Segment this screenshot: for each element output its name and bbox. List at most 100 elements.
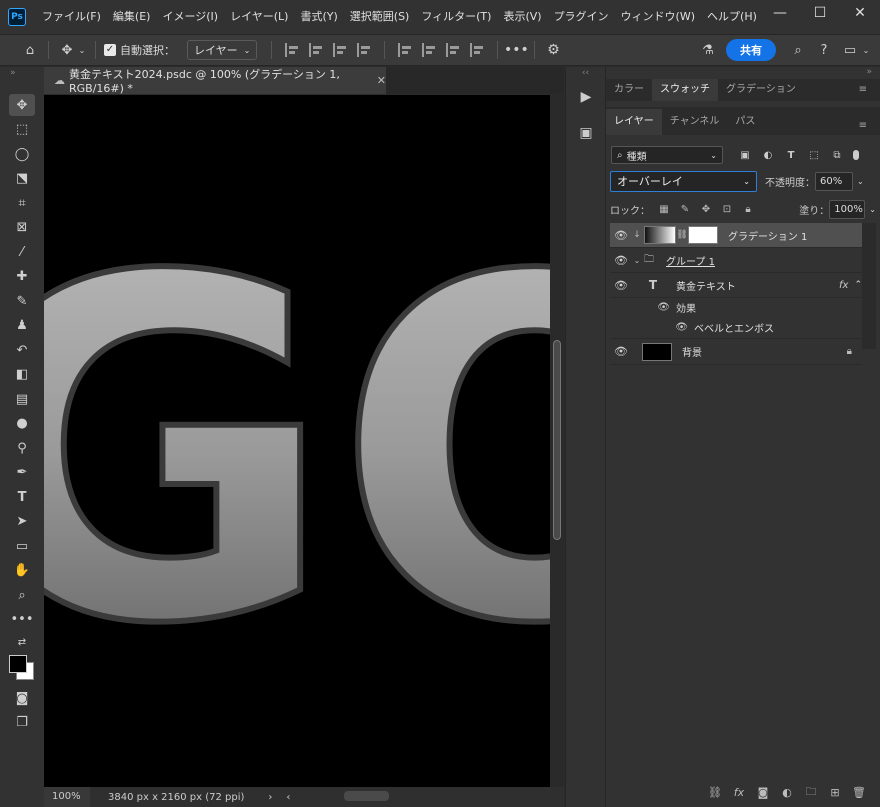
chevron-down-icon[interactable]: ⌄ [630,256,644,265]
panel-menu-icon[interactable]: ≡ [851,79,875,101]
menu-file[interactable]: ファイル(F) [36,0,107,34]
shape-filter-icon[interactable]: ⬚ [808,149,820,161]
add-mask-icon[interactable]: ◙ [751,786,775,799]
eye-icon[interactable]: 👁︎ [612,345,630,358]
horizontal-scrollbar-thumb[interactable] [344,791,389,801]
frame-tool[interactable]: ⊠ [0,216,44,241]
eye-icon[interactable]: 👁︎ [612,279,630,292]
adjustment-layer-icon[interactable]: ◐ [775,786,799,799]
workspace-icon[interactable]: ▭ [840,40,860,60]
zoom-level[interactable]: 100% [44,787,90,807]
stamp-tool[interactable]: ♟ [0,314,44,339]
close-button[interactable]: ✕ [840,0,880,26]
new-group-icon[interactable]: 🗀 [799,783,823,802]
chevron-down-icon[interactable]: ⌄ [869,205,876,214]
dodge-tool[interactable]: ⚲ [0,436,44,461]
effect-row-bevel[interactable]: 👁︎ ベベルとエンボス [610,317,862,339]
chevron-down-icon[interactable]: ⌄ [857,177,864,186]
pen-tool[interactable]: ✒ [0,461,44,486]
minimize-button[interactable]: — [760,0,800,26]
menu-view[interactable]: 表示(V) [497,0,547,34]
eye-icon[interactable]: 👁︎ [610,322,688,333]
collapse-icon[interactable]: ‹‹ [566,67,605,79]
shape-tool[interactable]: ▭ [0,534,44,559]
document-info[interactable]: 3840 px x 2160 px (72 ppi) [108,792,244,803]
menu-filter[interactable]: フィルター(T) [415,0,497,34]
eye-icon[interactable]: 👁︎ [612,254,630,267]
eraser-tool[interactable]: ◧ [0,363,44,388]
distribute-vertical-icon[interactable] [470,43,484,57]
lock-pixels-icon[interactable]: ✎ [678,204,692,215]
collapse-icon[interactable]: » [0,67,44,79]
fill-input[interactable]: 100% [829,199,866,219]
menu-window[interactable]: ウィンドウ(W) [615,0,701,34]
smart-object-filter-icon[interactable]: ⧉ [831,149,843,161]
eye-icon[interactable]: 👁︎ [610,302,670,313]
layers-scrollbar[interactable] [862,223,876,349]
fx-badge[interactable]: fx [839,280,848,291]
crop-tool[interactable]: ⌗ [0,191,44,216]
menu-select[interactable]: 選択範囲(S) [344,0,416,34]
layer-row-text[interactable]: 👁︎ T 黄金テキスト fx ⌃ [610,273,862,298]
swap-colors[interactable]: ⇄ [0,632,44,652]
foreground-color[interactable] [9,655,27,673]
menu-help[interactable]: ヘルプ(H) [701,0,763,34]
tab-color[interactable]: カラー [606,79,652,101]
eye-icon[interactable]: 👁︎ [612,229,630,242]
help-icon[interactable]: ? [814,40,834,60]
panel-menu-icon[interactable]: ≡ [851,113,875,139]
menu-image[interactable]: イメージ(I) [156,0,224,34]
opacity-input[interactable]: 60% [815,171,853,191]
scrollbar-thumb[interactable] [553,340,561,540]
color-swatches[interactable] [0,652,44,686]
path-select-tool[interactable]: ➤ [0,510,44,535]
home-icon[interactable]: ⌂ [20,40,40,60]
move-tool-icon[interactable]: ✥ [57,40,77,60]
tab-channels[interactable]: チャンネル [662,109,728,135]
menu-layer[interactable]: レイヤー(L) [224,0,294,34]
link-icon[interactable]: ⛓ [676,230,688,240]
share-button[interactable]: 共有 [726,39,776,61]
search-icon[interactable]: ⌕ [788,40,808,60]
gradient-tool[interactable]: ▤ [0,387,44,412]
align-center-icon[interactable] [309,43,323,57]
menu-type[interactable]: 書式(Y) [294,0,343,34]
layer-row-group[interactable]: 👁︎ ⌄ 🗀 グループ 1 [610,248,862,273]
align-right-icon[interactable] [333,43,347,57]
more-tools[interactable]: ••• [0,608,44,633]
pixel-filter-icon[interactable]: ▣ [739,149,751,161]
layer-mask-thumbnail[interactable] [688,226,718,244]
adjustment-filter-icon[interactable]: ◐ [762,149,774,161]
lasso-tool[interactable]: ◯ [0,142,44,167]
image-library-icon[interactable]: ▣ [566,115,606,151]
object-select-tool[interactable]: ⬔ [0,167,44,192]
layer-row-background[interactable]: 👁︎ 背景 🔒︎ [610,339,862,365]
tab-gradients[interactable]: グラデーション [718,79,804,101]
type-tool[interactable]: T [0,485,44,510]
lock-transparency-icon[interactable]: ▦ [657,204,671,215]
flask-icon[interactable]: ⚗ [698,40,718,60]
filter-toggle[interactable] [853,150,859,160]
play-icon[interactable]: ▶ [566,79,606,115]
eyedropper-tool[interactable]: ⁄ [0,240,44,265]
document-tab[interactable]: ☁ 黄金テキスト2024.psdc @ 100% (グラデーション 1, RGB… [44,67,386,95]
link-layers-icon[interactable]: ⛓ [703,786,727,799]
brush-tool[interactable]: ✎ [0,289,44,314]
close-tab-icon[interactable]: ✕ [377,74,386,87]
vertical-scrollbar[interactable] [550,95,564,787]
chevron-down-icon[interactable]: ⌄ [77,40,87,60]
chevron-right-icon[interactable]: › [268,792,272,803]
hand-tool[interactable]: ✋ [0,559,44,584]
document-canvas[interactable]: GO [44,95,550,787]
history-brush-tool[interactable]: ↶ [0,338,44,363]
move-tool[interactable]: ✥ [0,93,44,118]
tab-layers[interactable]: レイヤー [606,109,662,135]
fx-icon[interactable]: fx [727,786,751,799]
maximize-button[interactable]: ☐ [800,0,840,26]
align-left-icon[interactable] [285,43,299,57]
auto-select-checkbox[interactable]: ✓ [104,44,116,56]
menu-edit[interactable]: 編集(E) [107,0,157,34]
effects-row[interactable]: 👁︎ 効果 [610,298,862,317]
type-filter-icon[interactable]: T [785,149,797,161]
screen-mode-tool[interactable]: ❐ [0,711,44,736]
